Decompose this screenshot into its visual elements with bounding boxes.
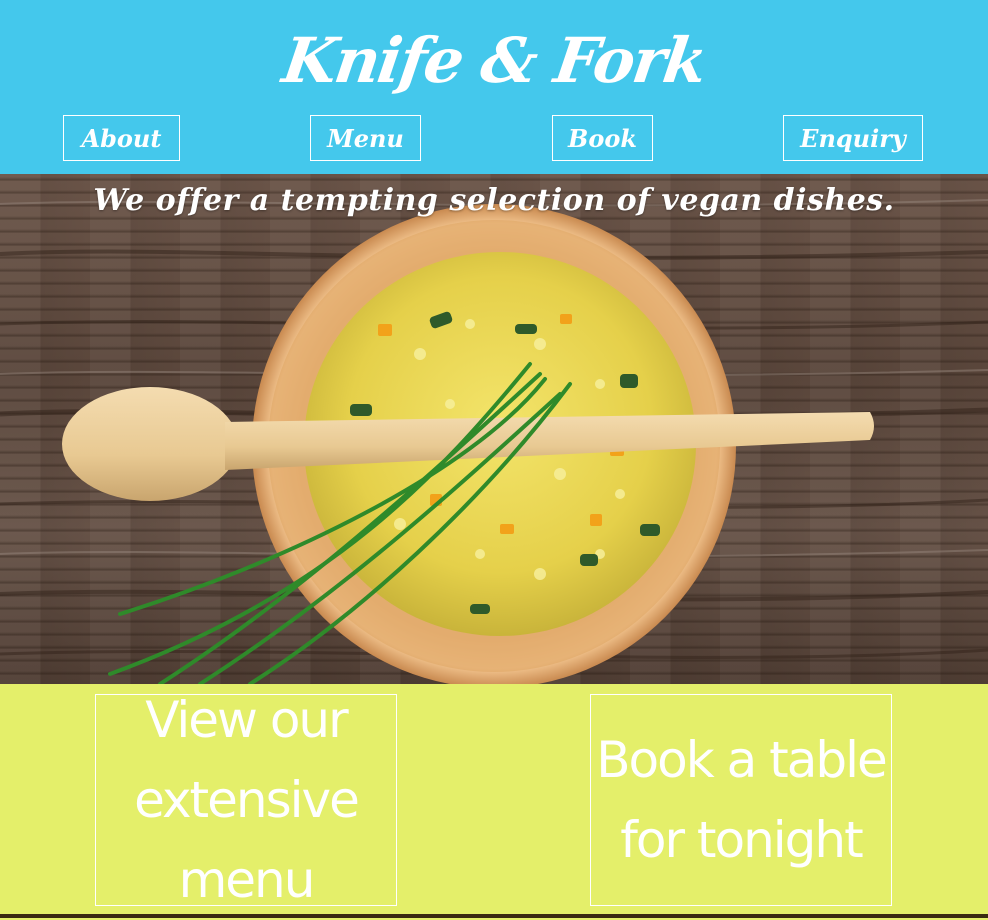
wooden-spoon — [62, 387, 238, 501]
hero-banner: We offer a tempting selection of vegan d… — [0, 174, 988, 684]
view-menu-line1: View our — [145, 691, 348, 749]
book-table-line2: for tonight — [620, 811, 863, 869]
nav-book-button[interactable]: Book — [552, 115, 653, 161]
book-table-cta[interactable]: Book a table for tonight — [590, 694, 892, 906]
nav-about-button[interactable]: About — [63, 115, 180, 161]
nav-menu-button[interactable]: Menu — [310, 115, 421, 161]
view-menu-line2: extensive menu — [134, 771, 360, 909]
nav-enquiry-button[interactable]: Enquiry — [783, 115, 923, 161]
view-menu-cta[interactable]: View our extensive menu — [95, 691, 397, 909]
hero-tagline: We offer a tempting selection of vegan d… — [93, 183, 895, 218]
site-header: Knife & Fork About Menu Book Enquiry — [0, 0, 988, 174]
site-logo[interactable]: Knife & Fork — [0, 22, 988, 100]
hero-food-illustration — [0, 199, 988, 684]
page-bottom-strip — [0, 914, 988, 918]
book-table-line1: Book a table — [596, 731, 888, 789]
